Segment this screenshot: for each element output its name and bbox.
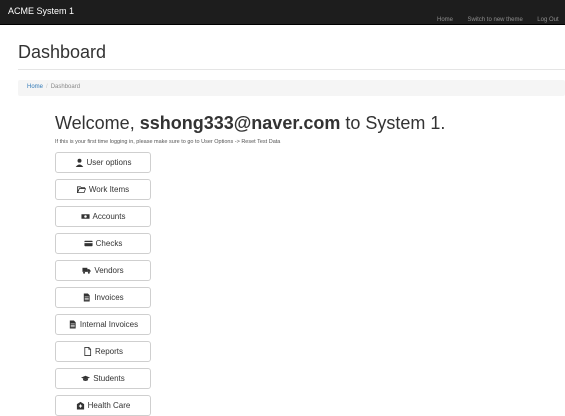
nav-switch-theme-link[interactable]: Switch to new theme: [467, 17, 522, 23]
truck-icon: [82, 267, 91, 274]
menu-item-label: Invoices: [94, 293, 124, 302]
menu-item-label: Work Items: [88, 185, 130, 194]
welcome-prefix: Welcome,: [55, 113, 135, 133]
file-text-icon: [69, 320, 76, 329]
title-divider: [18, 69, 565, 70]
menu-item-label: User options: [86, 158, 132, 167]
menu-item-label: Internal Invoices: [79, 320, 139, 329]
work-items-button[interactable]: Work Items: [55, 179, 151, 200]
checks-button[interactable]: Checks: [55, 233, 151, 254]
file-icon: [84, 347, 92, 356]
page-title: Dashboard: [18, 42, 107, 62]
nav-links: Home Switch to new theme Log Out: [437, 8, 565, 23]
accounts-button[interactable]: Accounts: [55, 206, 151, 227]
menu-item-label: Reports: [94, 347, 123, 356]
top-navbar: ACME System 1 Home Switch to new theme L…: [0, 0, 565, 25]
hospital-icon: [76, 401, 84, 410]
folder-open-icon: [76, 186, 86, 194]
menu-item-label: Health Care: [87, 401, 131, 410]
credit-card-icon: [84, 240, 93, 247]
breadcrumb-home-link[interactable]: Home: [27, 84, 43, 90]
menu-item-label: Vendors: [94, 266, 124, 275]
graduation-cap-icon: [81, 375, 91, 382]
user-icon: [75, 158, 83, 167]
user-options-button[interactable]: User options: [55, 152, 151, 173]
money-icon: [80, 214, 90, 219]
health-care-button[interactable]: Health Care: [55, 395, 151, 416]
welcome-suffix: to System 1.: [345, 113, 446, 133]
menu-item-label: Students: [93, 374, 125, 383]
menu-item-label: Accounts: [92, 212, 126, 221]
nav-home-link[interactable]: Home: [437, 17, 453, 23]
breadcrumb-current: Dashboard: [50, 84, 81, 90]
menu-item-label: Checks: [95, 239, 123, 248]
file-text-icon: [84, 293, 90, 302]
reports-button[interactable]: Reports: [55, 341, 151, 362]
invoices-button[interactable]: Invoices: [55, 287, 151, 308]
nav-logout-link[interactable]: Log Out: [537, 17, 558, 23]
first-login-hint: If this is your first time logging in, p…: [55, 139, 281, 145]
brand-link[interactable]: ACME System 1: [8, 6, 74, 16]
welcome-heading: Welcome, sshong333@naver.com to System 1…: [55, 113, 445, 134]
breadcrumb-separator: /: [46, 84, 48, 90]
internal-invoices-button[interactable]: Internal Invoices: [55, 314, 151, 335]
breadcrumb: Home / Dashboard: [18, 80, 565, 96]
vendors-button[interactable]: Vendors: [55, 260, 151, 281]
students-button[interactable]: Students: [55, 368, 151, 389]
welcome-user-email: sshong333@naver.com: [139, 113, 341, 133]
